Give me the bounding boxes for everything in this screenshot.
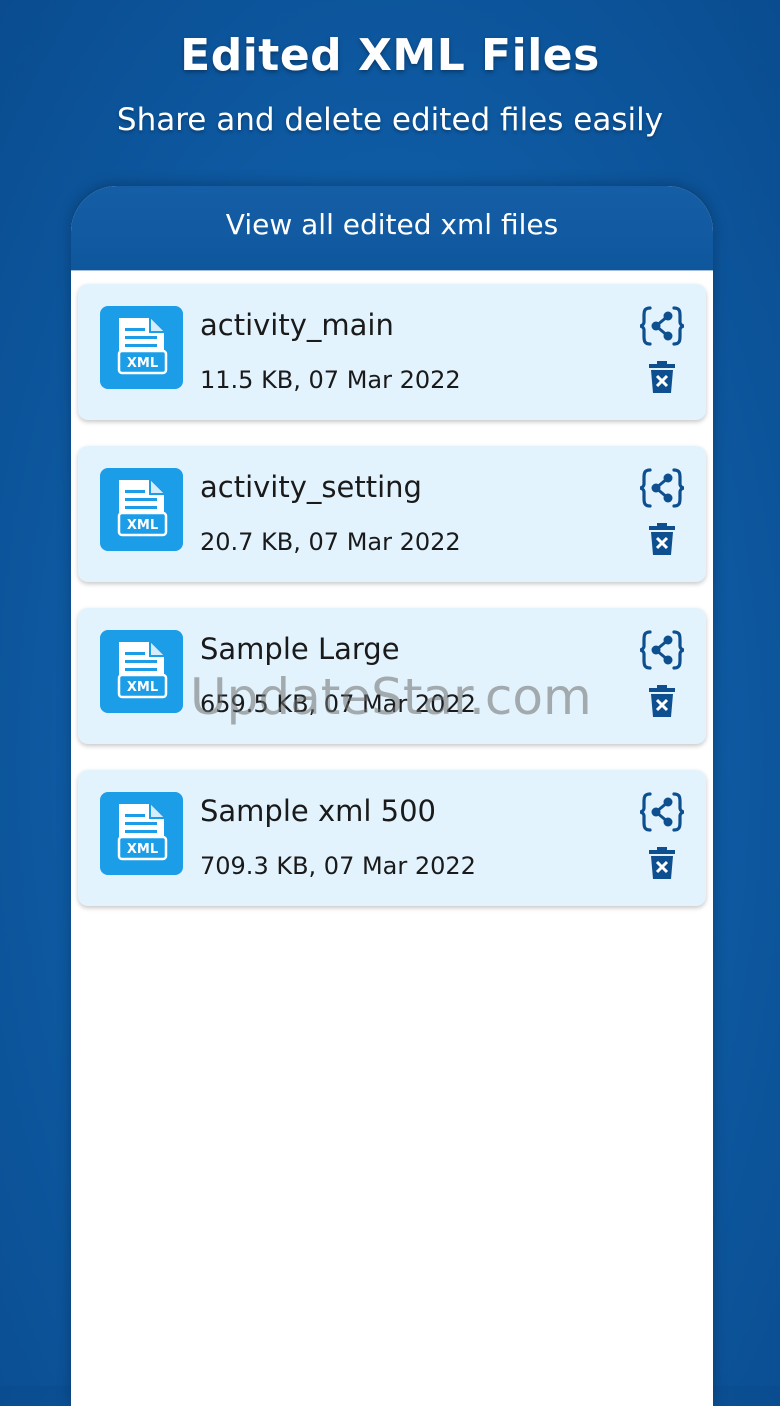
hero-subtitle: Share and delete edited files easily	[116, 102, 664, 138]
file-size-date: 709.3 KB, 07 Mar 2022	[200, 852, 476, 880]
file-card[interactable]: XML activity_main 11.5 KB, 07 Mar 2022	[78, 284, 706, 420]
file-list: XML activity_main 11.5 KB, 07 Mar 2022 X…	[78, 284, 706, 932]
share-button[interactable]	[638, 466, 686, 510]
hero-title: Edited XML Files	[180, 30, 600, 81]
file-size-date: 659.5 KB, 07 Mar 2022	[200, 690, 476, 718]
file-name: activity_main	[200, 308, 394, 342]
file-card[interactable]: XML Sample xml 500 709.3 KB, 07 Mar 2022	[78, 770, 706, 906]
delete-button[interactable]	[648, 846, 676, 880]
xml-icon-label: XML	[127, 356, 158, 371]
file-card[interactable]: XML Sample Large 659.5 KB, 07 Mar 2022	[78, 608, 706, 744]
screen-header-title: View all edited xml files	[71, 186, 713, 271]
xml-icon-label: XML	[127, 518, 158, 533]
delete-button[interactable]	[648, 360, 676, 394]
file-size-date: 20.7 KB, 07 Mar 2022	[200, 528, 461, 556]
trash-icon	[649, 361, 675, 393]
trash-icon	[649, 523, 675, 555]
xml-file-icon: XML	[100, 306, 183, 389]
xml-icon-label: XML	[127, 680, 158, 695]
file-name: Sample xml 500	[200, 794, 436, 828]
share-button[interactable]	[638, 628, 686, 672]
share-button[interactable]	[638, 790, 686, 834]
xml-file-icon: XML	[100, 468, 183, 551]
trash-icon	[649, 847, 675, 879]
file-card[interactable]: XML activity_setting 20.7 KB, 07 Mar 202…	[78, 446, 706, 582]
xml-file-icon: XML	[100, 630, 183, 713]
phone-screen: View all edited xml files XML activity_m…	[71, 186, 713, 1406]
share-code-icon	[639, 630, 685, 670]
file-name: activity_setting	[200, 470, 422, 504]
file-name: Sample Large	[200, 632, 400, 666]
file-size-date: 11.5 KB, 07 Mar 2022	[200, 366, 461, 394]
delete-button[interactable]	[648, 684, 676, 718]
delete-button[interactable]	[648, 522, 676, 556]
share-code-icon	[639, 468, 685, 508]
xml-icon-label: XML	[127, 842, 158, 857]
share-button[interactable]	[638, 304, 686, 348]
xml-file-icon: XML	[100, 792, 183, 875]
trash-icon	[649, 685, 675, 717]
share-code-icon	[639, 306, 685, 346]
share-code-icon	[639, 792, 685, 832]
